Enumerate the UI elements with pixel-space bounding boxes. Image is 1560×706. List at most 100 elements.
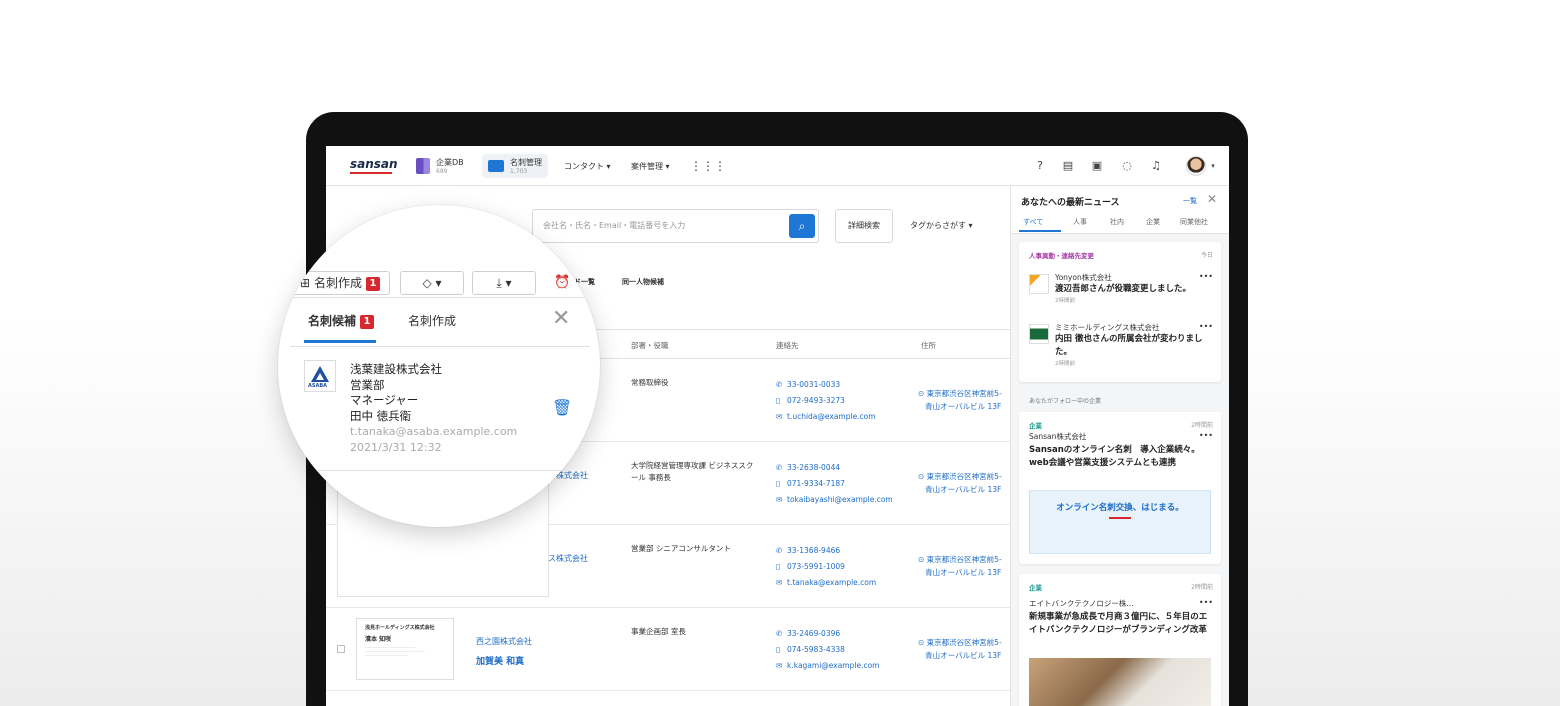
location-icon: ⊙ [918,555,927,564]
news-item-title: 新規事業が急成長で月商３億円に、５年目のエイトバンクテクノロジーがブランディング… [1029,612,1208,635]
trash-icon[interactable]: 🗑 [552,398,572,417]
more-options-icon[interactable]: ••• [1199,272,1213,281]
tag-dropdown-button[interactable]: ◇ ▾ [400,271,464,295]
same-person-candidates-link[interactable]: 同一人物候補 [622,277,664,287]
mobile-icon: ▯ [776,396,781,405]
chat-icon[interactable]: ◌ [1120,159,1134,173]
news-card-hr: 人事異動・連絡先変更 今日 Yonyon株式会社 渡辺吾郎さんが役職変更しました… [1019,242,1221,382]
nav-card-management[interactable]: 名刺管理 1,703 [482,154,548,178]
news-item-title: 内田 徹也さんの所属会社が変わりました。 [1055,334,1203,357]
row-address[interactable]: ⊙ 東京都渋谷区神宮前5- 青山オーバルビル 13F [918,553,1002,579]
card-thumb-name: 濱本 知咲 [365,636,392,643]
user-avatar[interactable] [1186,156,1206,176]
row-phone[interactable]: 33-2469-0396 [787,629,840,638]
row-email[interactable]: t.tanaka@example.com [787,578,876,587]
divider [290,470,590,471]
grid-icon[interactable]: ⋮⋮⋮ [690,154,726,178]
row-address-line2: 青山オーバルビル 13F [925,651,1002,660]
business-card-thumbnail[interactable]: 浅見ホールディングス株式会社 濱本 知咲 [356,618,454,680]
more-options-icon[interactable]: ••• [1199,431,1213,440]
news-tab-all[interactable]: すべて [1023,217,1043,227]
divider [290,346,590,347]
card-thumb-lines [365,647,415,648]
news-category: 人事異動・連絡先変更 [1029,252,1094,260]
nav-project-management[interactable]: 案件管理 ▾ [631,154,670,178]
row-address-line1: 東京都渋谷区神宮前5- [926,638,1002,647]
row-mobile[interactable]: 072-9493-3273 [787,396,845,405]
header-address[interactable]: 住所 [921,340,936,351]
logo-underline [350,172,392,174]
row-dept: 大学院経営管理専攻課 ビジネススクール 事務長 [631,461,754,482]
news-item[interactable]: ミミホールディングス株式会社 内田 徹也さんの所属会社が変わりました。 2時間前 [1055,322,1215,367]
candidate-card-item[interactable]: ASABA 浅葉建設株式会社 営業部 マネージャー 田中 徳兵衛 t.tanak… [290,348,590,470]
row-contact: ✆ 33-2638-0044 ▯ 071-9334-7187 ✉ tokaibayas… [776,460,893,508]
sansan-logo[interactable]: sansan [350,157,398,171]
row-address[interactable]: ⊙ 東京都渋谷区神宮前5- 青山オーバルビル 13F [918,636,1002,662]
table-row[interactable]: 浅見ホールディングス株式会社 濱本 知咲 西之園株式会社 加賀美 和真 事業企画… [326,608,1010,691]
close-icon[interactable]: ✕ [1207,192,1217,206]
news-tab-hr[interactable]: 人事 [1073,217,1087,227]
search-input[interactable]: 会社名・氏名・Email・電話番号を入力 [532,209,819,243]
tag-search-dropdown[interactable]: タグからさがす ▾ [910,209,973,243]
news-card-company[interactable]: 企業 2時間前 Sansan株式会社 ••• Sansanのオンライン名刺 導入… [1019,412,1221,564]
nav-company-db[interactable]: 企業DB 689 [416,154,464,178]
phone-icon: ✆ [776,463,783,472]
create-card-button[interactable]: ⊞ 名刺作成 1 [290,271,390,295]
news-tab-internal[interactable]: 社内 [1110,217,1124,227]
news-header: あなたへの最新ニュース 一覧 ✕ すべて 人事 社内 企業 同業他社 [1011,186,1229,234]
row-company[interactable]: 西之園株式会社 [476,636,532,647]
top-navigation-bar: sansan 企業DB 689 名刺管理 1,703 コンタクト ▾ 案件管理 ▾ … [326,146,1229,186]
row-company[interactable]: ス株式会社 [548,553,588,564]
contact-card-icon[interactable]: ▣ [1090,159,1104,173]
news-tab-competitors[interactable]: 同業他社 [1180,217,1208,227]
phone-icon: ✆ [776,546,783,555]
magnifier-callout: ⊞ 名刺作成 1 ◇ ▾ ⤓ ▾ ⏰ 名刺候補 1 名刺作成 ✕ ASABA 浅葉建… [278,205,600,527]
row-address-line1: 東京都渋谷区神宮前5- [926,472,1002,481]
mimi-holdings-logo [1029,324,1049,344]
more-options-icon[interactable]: ••• [1199,598,1213,607]
news-time: 2時間前 [1191,422,1213,429]
row-mobile[interactable]: 071-9334-7187 [787,479,845,488]
tab-card-candidates-badge: 1 [360,315,375,329]
row-mobile[interactable]: 074-5983-4338 [787,645,845,654]
nav-contact[interactable]: コンタクト ▾ [564,154,611,178]
header-contact[interactable]: 連絡先 [776,340,799,351]
row-checkbox[interactable] [337,645,345,653]
news-item-title: 渡辺吾郎さんが役職変更しました。 [1055,284,1192,294]
row-dept: 営業部 シニアコンサルタント [631,544,731,553]
bell-icon[interactable]: ♫ [1149,159,1163,173]
news-time: 今日 [1200,252,1213,259]
row-email[interactable]: t.uchida@example.com [787,412,876,421]
more-options-icon[interactable]: ••• [1199,322,1213,331]
close-icon[interactable]: ✕ [552,306,570,331]
row-mobile[interactable]: 073-5991-1009 [787,562,845,571]
alarm-icon[interactable]: ⏰ [554,275,570,290]
header-dept[interactable]: 部署・役職 [631,340,669,351]
row-phone[interactable]: 33-1368-9466 [787,546,840,555]
avatar-chevron-down-icon[interactable]: ▾ [1206,159,1220,173]
row-phone[interactable]: 33-2638-0044 [787,463,840,472]
news-tab-company[interactable]: 企業 [1146,217,1160,227]
advanced-search-button[interactable]: 詳細検索 [835,209,893,243]
row-address[interactable]: ⊙ 東京都渋谷区神宮前5- 青山オーバルビル 13F [918,387,1002,413]
row-email[interactable]: tokaibayashi@example.com [787,495,893,504]
card-icon[interactable]: ▤ [1061,159,1075,173]
row-address[interactable]: ⊙ 東京都渋谷区神宮前5- 青山オーバルビル 13F [918,470,1002,496]
download-dropdown-button[interactable]: ⤓ ▾ [472,271,536,295]
help-icon[interactable]: ? [1033,159,1047,173]
card-thumb-company: 浅見ホールディングス株式会社 [365,625,435,631]
row-person[interactable]: 加賀美 和真 [476,654,524,667]
search-button[interactable]: ⌕ [789,214,815,238]
row-email[interactable]: k.kagami@example.com [787,661,879,670]
news-item[interactable]: Yonyon株式会社 渡辺吾郎さんが役職変更しました。 2時間前 [1055,272,1215,304]
tab-card-create[interactable]: 名刺作成 [408,312,456,329]
tab-card-candidates[interactable]: 名刺候補 1 [308,312,375,329]
mail-icon: ✉ [776,495,783,504]
news-card-company[interactable]: 企業 2時間前 エイトバンクテクノロジー株... ••• 新規事業が急成長で月商… [1019,574,1221,706]
location-icon: ⊙ [918,472,927,481]
row-phone[interactable]: 33-0031-0033 [787,380,840,389]
row-dept: 常務取締役 [631,378,669,387]
news-item-company: Sansan株式会社 [1029,432,1087,441]
news-list-link[interactable]: 一覧 [1183,196,1197,206]
banner-text: オンライン名刺交換、はじまる。 [1056,503,1184,513]
